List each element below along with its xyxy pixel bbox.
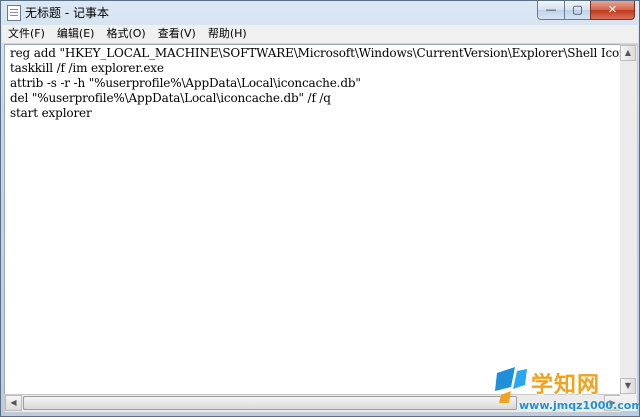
window-controls: — ▢ ✕ [537,1,635,21]
watermark-brand: 学知网 [531,373,601,398]
watermark: 学知网 www.jmqz1000.com [493,363,639,415]
menu-file[interactable]: 文件(F) [2,25,51,43]
close-button[interactable]: ✕ [590,1,635,20]
window-title: 无标题 - 记事本 [25,6,109,20]
title-bar[interactable]: 无标题 - 记事本 — ▢ ✕ [1,1,639,23]
editor-line: start explorer [10,106,92,120]
vertical-scrollbar[interactable]: ▲ ▼ [620,44,638,395]
menu-help[interactable]: 帮助(H) [202,25,253,43]
scroll-left-icon[interactable]: ◀ [5,395,22,411]
text-editor[interactable]: reg add "HKEY_LOCAL_MACHINE\SOFTWARE\Mic… [4,44,639,395]
notepad-icon[interactable] [7,5,21,21]
menu-format[interactable]: 格式(O) [100,25,151,43]
editor-line: reg add "HKEY_LOCAL_MACHINE\SOFTWARE\Mic… [10,46,639,60]
editor-line: del "%userprofile%\AppData\Local\iconcac… [10,91,331,105]
minimize-button[interactable]: — [537,1,564,20]
menu-bar: 文件(F) 编辑(E) 格式(O) 查看(V) 帮助(H) [2,25,638,44]
menu-view[interactable]: 查看(V) [152,25,202,43]
scroll-up-icon[interactable]: ▲ [620,45,636,61]
maximize-button[interactable]: ▢ [564,1,590,20]
horizontal-scroll-thumb[interactable] [23,396,517,410]
menu-edit[interactable]: 编辑(E) [51,25,101,43]
editor-line: taskkill /f /im explorer.exe [10,61,164,75]
editor-line: attrib -s -r -h "%userprofile%\AppData\L… [10,76,361,90]
watermark-url: www.jmqz1000.com [519,399,640,412]
notepad-window: 无标题 - 记事本 — ▢ ✕ 文件(F) 编辑(E) 格式(O) 查看(V) … [0,0,640,417]
